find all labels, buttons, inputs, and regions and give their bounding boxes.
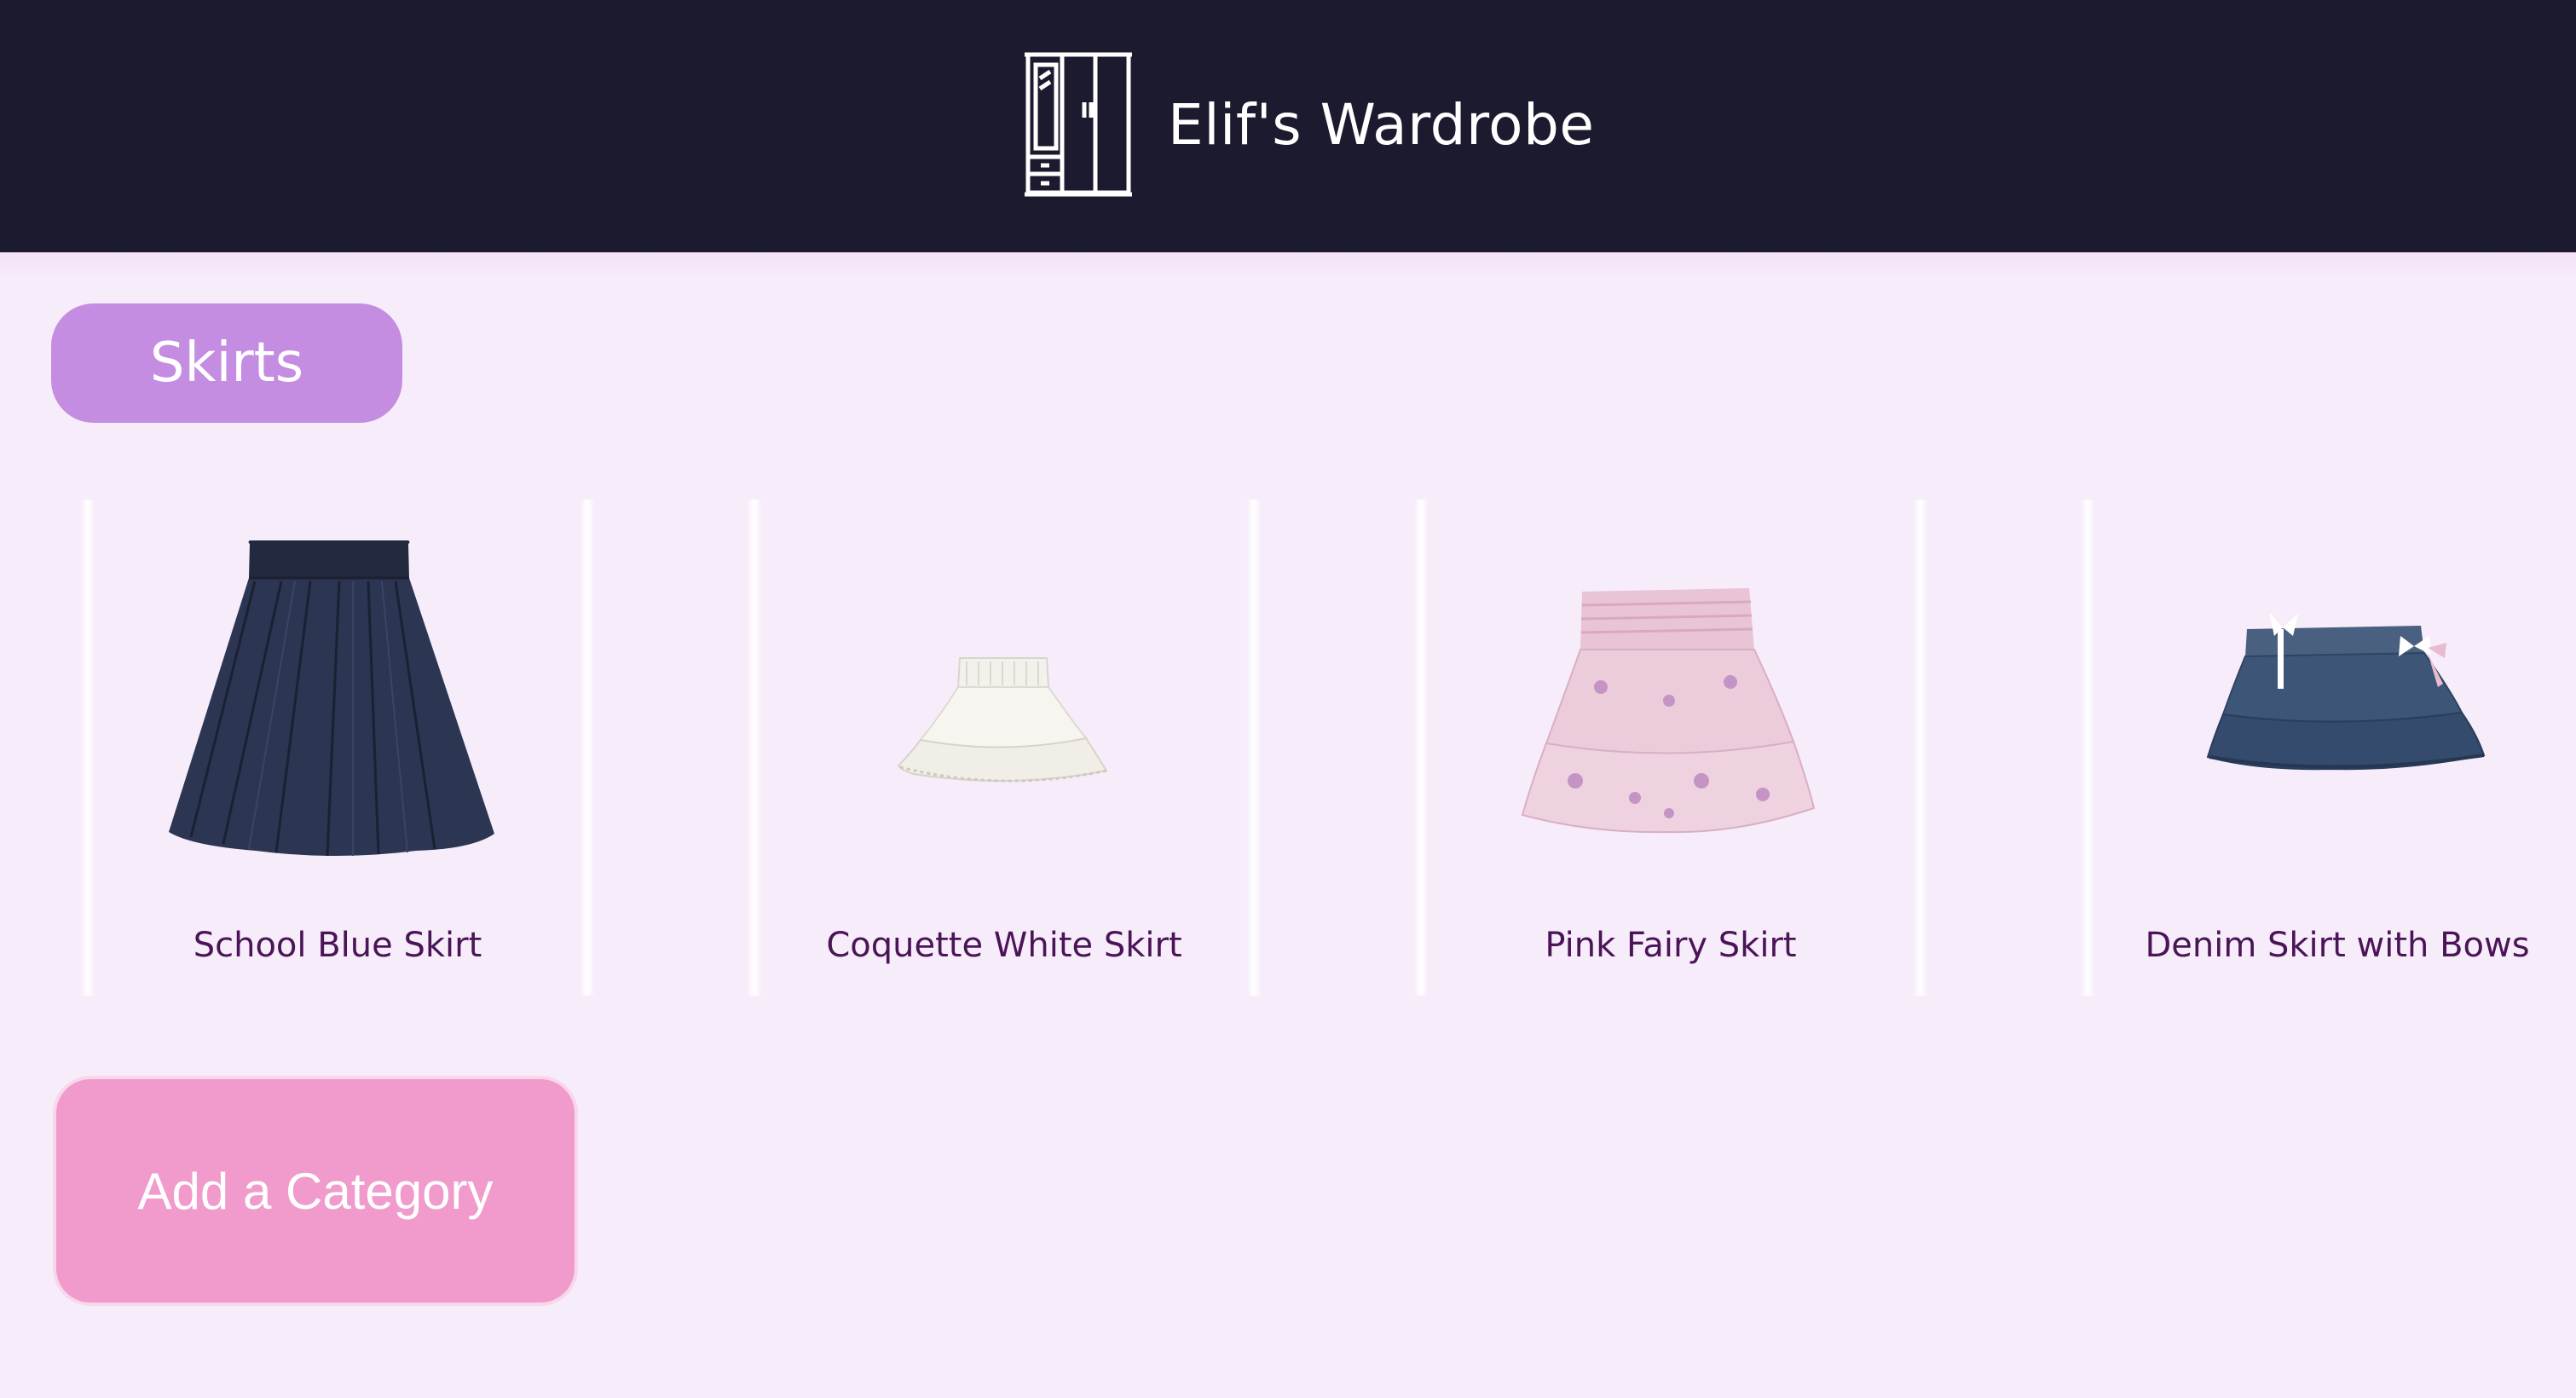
- pink-floral-skirt-image: [1521, 588, 1816, 834]
- wardrobe-item-card[interactable]: Pink Fairy Skirt: [1413, 500, 1928, 996]
- category-tab-skirts[interactable]: Skirts: [51, 303, 402, 423]
- wardrobe-icon: [1025, 52, 1132, 197]
- add-category-button[interactable]: Add a Category: [53, 1076, 578, 1306]
- wardrobe-item-card[interactable]: Coquette White Skirt: [747, 500, 1262, 996]
- denim-bow-skirt-image: [2206, 612, 2486, 771]
- white-ruffle-skirt-image: [897, 657, 1108, 783]
- wardrobe-item-label: School Blue Skirt: [193, 926, 482, 965]
- app-header: Elif's Wardrobe: [0, 0, 2576, 252]
- wardrobe-item-card[interactable]: School Blue Skirt: [80, 500, 595, 996]
- app-title: Elif's Wardrobe: [1168, 91, 1595, 158]
- wardrobe-item-label: Pink Fairy Skirt: [1545, 926, 1797, 965]
- header-divider: [0, 252, 2576, 276]
- brand: Elif's Wardrobe: [1023, 49, 1595, 199]
- wardrobe-item-card[interactable]: Denim Skirt with Bows: [2080, 500, 2576, 996]
- wardrobe-item-label: Coquette White Skirt: [826, 926, 1182, 965]
- wardrobe-item-label: Denim Skirt with Bows: [2145, 926, 2530, 965]
- navy-pleated-skirt-image: [169, 540, 494, 857]
